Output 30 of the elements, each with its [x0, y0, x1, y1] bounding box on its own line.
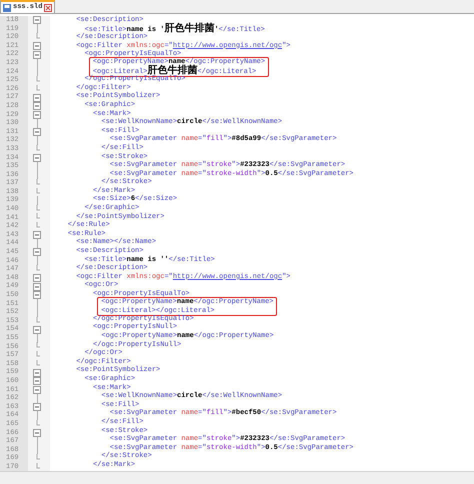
fold-minus-icon[interactable] — [33, 42, 41, 50]
fold-line — [36, 118, 38, 128]
fold-minus-icon[interactable] — [33, 386, 41, 394]
fold-minus-icon[interactable] — [33, 128, 41, 136]
fold-minus-icon[interactable] — [33, 50, 41, 59]
fold-line — [36, 256, 38, 266]
close-icon[interactable] — [44, 4, 52, 12]
fold-minus-icon[interactable] — [33, 248, 41, 256]
fold-line — [36, 394, 38, 403]
fold-line — [36, 334, 38, 343]
fold-minus-icon[interactable] — [33, 377, 41, 386]
fold-minus-icon[interactable] — [33, 282, 41, 291]
fold-minus-icon[interactable] — [33, 368, 41, 377]
fold-line — [36, 24, 38, 34]
fold-line — [36, 239, 38, 248]
fold-line — [36, 196, 38, 206]
fold-minus-icon[interactable] — [33, 16, 41, 24]
fold-minus-icon[interactable] — [33, 102, 41, 110]
fold-line — [36, 136, 38, 146]
fold-minus-icon[interactable] — [33, 291, 41, 300]
fold-minus-icon[interactable] — [33, 428, 41, 437]
fold-minus-icon[interactable] — [33, 403, 41, 412]
fold-minus-icon[interactable] — [33, 154, 41, 162]
horizontal-scrollbar[interactable] — [0, 471, 474, 484]
fold-minus-icon[interactable] — [33, 94, 41, 102]
fold-minus-icon[interactable] — [33, 231, 41, 240]
fold-minus-icon[interactable] — [33, 110, 41, 119]
fold-minus-icon[interactable] — [33, 326, 41, 334]
fold-line — [36, 411, 38, 420]
fold-minus-icon[interactable] — [33, 274, 41, 282]
